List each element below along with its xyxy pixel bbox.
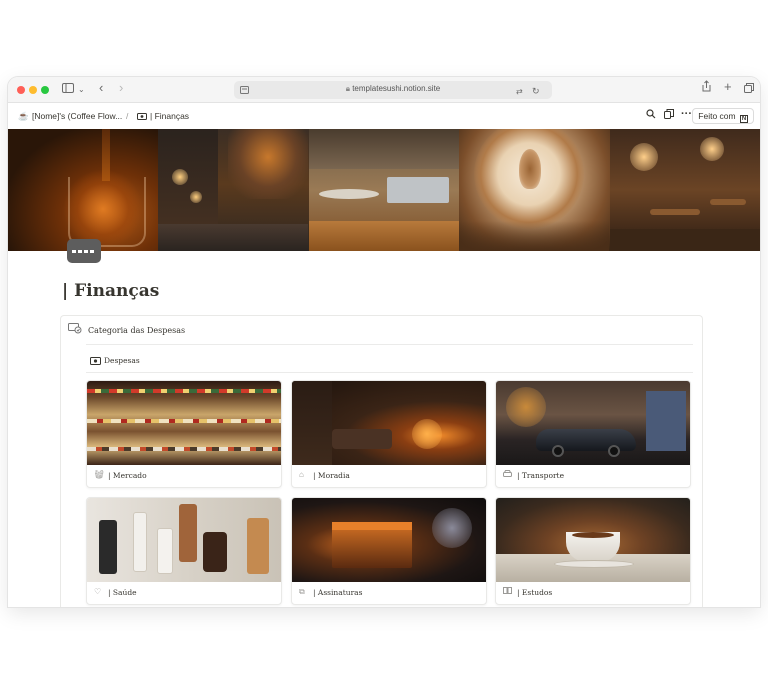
search-icon[interactable] — [646, 108, 656, 124]
browser-toolbar: ⌄ ‹ › 🔒︎ templatesushi.notion.site ⇄ ↻ + — [8, 77, 760, 103]
close-window-button[interactable] — [17, 86, 25, 94]
cover-latte-art — [459, 129, 610, 251]
card-label: | Saúde — [108, 588, 137, 597]
card-label: | Estudos — [517, 588, 553, 597]
forward-button[interactable]: › — [119, 80, 123, 96]
page-title: | Finanças — [62, 281, 160, 301]
chevron-down-icon[interactable]: ⌄ — [78, 82, 85, 98]
card-label: | Assinaturas — [313, 588, 363, 597]
subscription-icon: ⧉ — [299, 587, 305, 596]
zoom-window-button[interactable] — [41, 86, 49, 94]
translate-icon[interactable]: ⇄ — [516, 84, 523, 100]
made-with-notion-button[interactable]: Feito com N — [692, 108, 754, 124]
home-icon: ⌂ — [299, 470, 304, 479]
browser-window: ⌄ ‹ › 🔒︎ templatesushi.notion.site ⇄ ↻ +… — [8, 77, 760, 607]
money-icon — [137, 112, 147, 122]
breadcrumb-workspace[interactable]: [Nome]'s (Coffee Flow... — [32, 111, 122, 121]
view-divider — [86, 372, 693, 373]
moradia-cover-image — [292, 381, 486, 465]
heart-icon: ♡ — [94, 587, 102, 596]
notion-logo-icon: N — [740, 115, 748, 123]
address-bar[interactable]: 🔒︎ templatesushi.notion.site ⇄ ↻ — [234, 81, 552, 99]
card-moradia[interactable]: ⌂ | Moradia — [291, 380, 487, 488]
card-label: | Transporte — [517, 471, 565, 480]
wallet-icon — [90, 354, 101, 370]
made-with-label: Feito com — [698, 111, 736, 121]
cover-cafe-counter — [308, 129, 460, 251]
transporte-cover-image — [496, 381, 690, 465]
card-transporte[interactable]: | Transporte — [495, 380, 691, 488]
assinaturas-cover-image — [292, 498, 486, 582]
saude-cover-image — [87, 498, 281, 582]
page-cover — [8, 129, 760, 251]
cover-coffee-pour — [8, 129, 159, 251]
url-field[interactable]: 🔒︎ templatesushi.notion.site — [234, 84, 552, 94]
sidebar-toggle-icon[interactable] — [62, 82, 74, 98]
page-icon-money — [67, 239, 101, 263]
coffee-icon: ☕ — [18, 111, 29, 121]
view-tab-despesas[interactable]: Despesas — [104, 356, 140, 365]
linked-database-icon — [68, 323, 82, 339]
tab-overview-icon[interactable] — [744, 82, 754, 98]
card-saude[interactable]: ♡ | Saúde — [86, 497, 282, 605]
cover-rainy-street — [158, 129, 309, 251]
card-assinaturas[interactable]: ⧉ | Assinaturas — [291, 497, 487, 605]
header-divider — [86, 344, 693, 345]
notion-topbar: ☕ [Nome]'s (Coffee Flow... / | Finanças … — [8, 104, 760, 128]
database-title[interactable]: Categoria das Despesas — [88, 326, 185, 335]
mercado-cover-image — [87, 381, 281, 465]
expense-category-database: Categoria das Despesas Despesas 🧺︎ | Mer… — [60, 315, 703, 607]
breadcrumb-separator: / — [126, 111, 129, 121]
estudos-cover-image — [496, 498, 690, 582]
card-label: | Moradia — [313, 471, 350, 480]
car-icon — [503, 470, 512, 481]
minimize-window-button[interactable] — [29, 86, 37, 94]
new-tab-icon[interactable]: + — [724, 79, 732, 95]
breadcrumb-page[interactable]: | Finanças — [150, 111, 189, 121]
card-estudos[interactable]: | Estudos — [495, 497, 691, 605]
more-options-icon[interactable]: ··· — [681, 106, 692, 122]
card-label: | Mercado — [108, 471, 147, 480]
card-mercado[interactable]: 🧺︎ | Mercado — [86, 380, 282, 488]
basket-icon: 🧺︎ — [94, 470, 105, 479]
cover-cafe-interior — [609, 129, 760, 251]
url-text: templatesushi.notion.site — [352, 84, 441, 93]
share-icon[interactable] — [702, 80, 711, 97]
book-icon — [503, 587, 512, 597]
duplicate-icon[interactable] — [664, 108, 674, 124]
back-button[interactable]: ‹ — [99, 80, 103, 96]
database-header: Categoria das Despesas — [61, 316, 702, 344]
reload-icon[interactable]: ↻ — [532, 83, 540, 99]
